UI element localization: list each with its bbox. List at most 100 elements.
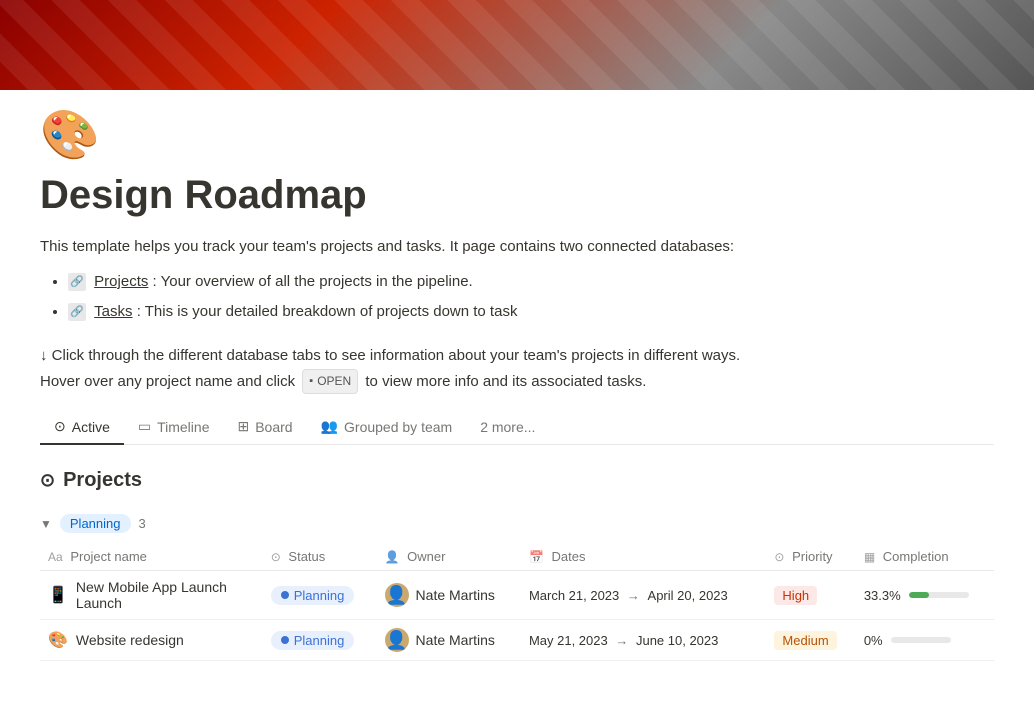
priority-badge: Medium xyxy=(774,631,836,650)
instructions-after: to view more info and its associated tas… xyxy=(365,373,646,390)
tab-timeline[interactable]: ▭ Timeline xyxy=(124,410,224,445)
owner-name: Nate Martins xyxy=(416,632,495,648)
tab-board[interactable]: ⊞ Board xyxy=(223,410,306,445)
tab-more-label: 2 more... xyxy=(480,419,535,435)
col-status-icon: ⊙ xyxy=(271,550,281,564)
status-badge: Planning xyxy=(271,631,355,650)
projects-table: Aa Project name ⊙ Status 👤 Owner 📅 Dates xyxy=(40,543,994,661)
projects-icon: 🔗 xyxy=(68,273,86,291)
status-badge: Planning xyxy=(271,586,355,605)
projects-description: : Your overview of all the projects in t… xyxy=(153,273,473,290)
tab-more[interactable]: 2 more... xyxy=(466,411,549,445)
priority-badge: High xyxy=(774,586,817,605)
date-end: June 10, 2023 xyxy=(636,633,718,648)
col-completion-icon: ▦ xyxy=(864,550,875,564)
status-dot xyxy=(281,636,289,644)
page-content: Design Roadmap This template helps you t… xyxy=(0,171,1034,721)
cell-completion-0: 33.3% xyxy=(856,571,994,620)
tab-grouped-label: Grouped by team xyxy=(344,419,452,435)
bullet-projects: 🔗 Projects : Your overview of all the pr… xyxy=(68,267,994,297)
tabs-bar: ⊙ Active ▭ Timeline ⊞ Board 👥 Grouped by… xyxy=(40,410,994,445)
col-owner-icon: 👤 xyxy=(385,550,400,564)
page-icon: 🎨 xyxy=(40,106,1034,163)
database-section: ⊙ Projects ▼ Planning 3 Aa Project name … xyxy=(40,469,994,661)
bullet-list: 🔗 Projects : Your overview of all the pr… xyxy=(68,267,994,327)
owner-name: Nate Martins xyxy=(416,587,495,603)
avatar: 👤 xyxy=(385,628,409,652)
completion-bar-track xyxy=(909,592,969,598)
group-tag[interactable]: Planning xyxy=(60,514,131,533)
col-name-icon: Aa xyxy=(48,550,63,564)
row-emoji: 📱 xyxy=(48,585,68,605)
table-row[interactable]: 📱 New Mobile App LaunchLaunch Planning 👤… xyxy=(40,571,994,620)
bullet-tasks: 🔗 Tasks : This is your detailed breakdow… xyxy=(68,297,994,327)
row-emoji: 🎨 xyxy=(48,630,68,650)
table-row[interactable]: 🎨 Website redesign Planning 👤 Nate Marti… xyxy=(40,620,994,661)
tab-active-label: Active xyxy=(72,419,110,435)
date-range: March 21, 2023 → April 20, 2023 xyxy=(529,588,728,603)
col-priority: ⊙ Priority xyxy=(766,543,855,571)
row-name[interactable]: New Mobile App LaunchLaunch xyxy=(76,579,227,611)
col-dates: 📅 Dates xyxy=(521,543,766,571)
table-header: Aa Project name ⊙ Status 👤 Owner 📅 Dates xyxy=(40,543,994,571)
tab-grouped-icon: 👥 xyxy=(321,418,338,435)
projects-link[interactable]: Projects xyxy=(94,273,148,290)
status-label: Planning xyxy=(294,633,345,648)
col-owner: 👤 Owner xyxy=(377,543,521,571)
page-description: This template helps you track your team'… xyxy=(40,235,994,259)
tab-board-icon: ⊞ xyxy=(237,418,249,435)
cell-completion-1: 0% xyxy=(856,620,994,661)
instructions-line1: ↓ Click through the different database t… xyxy=(40,347,740,364)
col-priority-icon: ⊙ xyxy=(774,550,784,564)
page-title: Design Roadmap xyxy=(40,171,994,219)
status-dot xyxy=(281,591,289,599)
database-title: ⊙ Projects xyxy=(40,469,994,492)
col-name: Aa Project name xyxy=(40,543,263,571)
group-row: ▼ Planning 3 xyxy=(40,508,994,539)
owner-cell: 👤 Nate Martins xyxy=(385,628,513,652)
col-status: ⊙ Status xyxy=(263,543,377,571)
tab-timeline-icon: ▭ xyxy=(138,418,151,435)
cell-status-1: Planning xyxy=(263,620,377,661)
header-banner xyxy=(0,0,1034,90)
tab-active[interactable]: ⊙ Active xyxy=(40,410,124,445)
cell-priority-1: Medium xyxy=(766,620,855,661)
database-title-text: Projects xyxy=(63,469,142,492)
date-arrow: → xyxy=(615,633,632,648)
database-title-icon: ⊙ xyxy=(40,470,55,491)
date-end: April 20, 2023 xyxy=(648,588,728,603)
name-cell: 🎨 Website redesign xyxy=(48,630,255,650)
date-start: May 21, 2023 xyxy=(529,633,608,648)
cell-owner-0: 👤 Nate Martins xyxy=(377,571,521,620)
tasks-icon: 🔗 xyxy=(68,303,86,321)
completion-text: 0% xyxy=(864,633,883,648)
cell-status-0: Planning xyxy=(263,571,377,620)
tab-timeline-label: Timeline xyxy=(157,419,209,435)
cell-owner-1: 👤 Nate Martins xyxy=(377,620,521,661)
instructions: ↓ Click through the different database t… xyxy=(40,343,994,394)
group-toggle[interactable]: ▼ xyxy=(40,517,52,531)
tab-grouped[interactable]: 👥 Grouped by team xyxy=(307,410,467,445)
cell-priority-0: High xyxy=(766,571,855,620)
col-dates-icon: 📅 xyxy=(529,550,544,564)
cell-name-0: 📱 New Mobile App LaunchLaunch xyxy=(40,571,263,620)
completion-cell: 33.3% xyxy=(864,588,986,603)
instructions-hover: Hover over any project name and click xyxy=(40,373,295,390)
owner-cell: 👤 Nate Martins xyxy=(385,583,513,607)
tasks-link[interactable]: Tasks xyxy=(94,303,132,320)
cell-name-1: 🎨 Website redesign xyxy=(40,620,263,661)
group-count: 3 xyxy=(139,516,146,531)
tab-board-label: Board xyxy=(255,419,292,435)
completion-bar-fill xyxy=(909,592,929,598)
open-badge: ▪ OPEN xyxy=(302,369,358,393)
completion-text: 33.3% xyxy=(864,588,901,603)
name-cell: 📱 New Mobile App LaunchLaunch xyxy=(48,579,255,611)
status-label: Planning xyxy=(294,588,345,603)
table-body: 📱 New Mobile App LaunchLaunch Planning 👤… xyxy=(40,571,994,661)
tab-active-icon: ⊙ xyxy=(54,418,66,435)
date-start: March 21, 2023 xyxy=(529,588,619,603)
cell-dates-0: March 21, 2023 → April 20, 2023 xyxy=(521,571,766,620)
cell-dates-1: May 21, 2023 → June 10, 2023 xyxy=(521,620,766,661)
avatar: 👤 xyxy=(385,583,409,607)
row-name[interactable]: Website redesign xyxy=(76,632,184,648)
